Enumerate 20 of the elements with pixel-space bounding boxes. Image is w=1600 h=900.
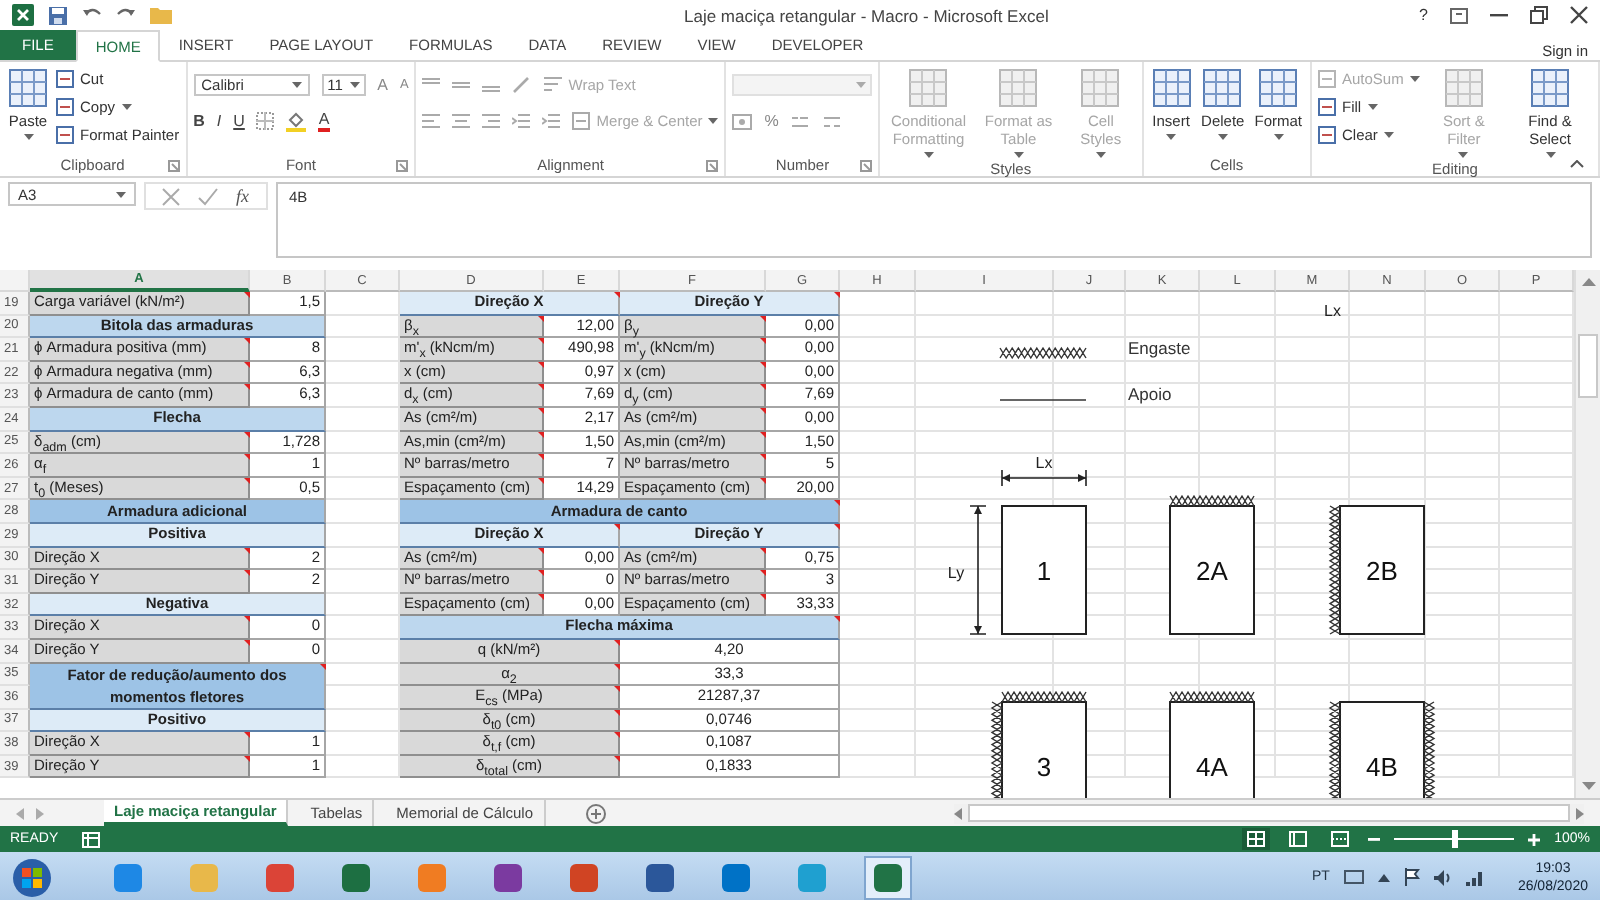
help-button[interactable]: ? [1419,6,1428,24]
font-size-button[interactable]: A [377,76,388,94]
text-style-toggle[interactable]: B [193,112,205,130]
panel-label: 1 [1036,556,1052,586]
dimension-label: Ly [947,564,965,582]
text-style-toggle[interactable]: I [216,112,222,130]
panel-label: 2A [1196,556,1228,586]
panel-label: 2B [1366,556,1398,586]
dimension-label: Lx [1324,302,1341,320]
window-title: Laje maciça retangular - Macro - Microsoft Excel [682,5,1051,25]
dimension-label: Lx [1035,454,1053,472]
panel-label: 4A [1196,752,1228,782]
text-style-toggle[interactable]: U [233,112,245,130]
panel-label: 3 [1036,752,1052,782]
insert-function-button[interactable]: fx [236,186,249,206]
panel-label: 4B [1366,752,1398,782]
legend-label: Apoio [1126,384,1200,408]
font-color-button[interactable]: A [318,111,330,131]
percent-button[interactable]: % [764,112,779,130]
legend-label: Engaste [1126,338,1200,362]
